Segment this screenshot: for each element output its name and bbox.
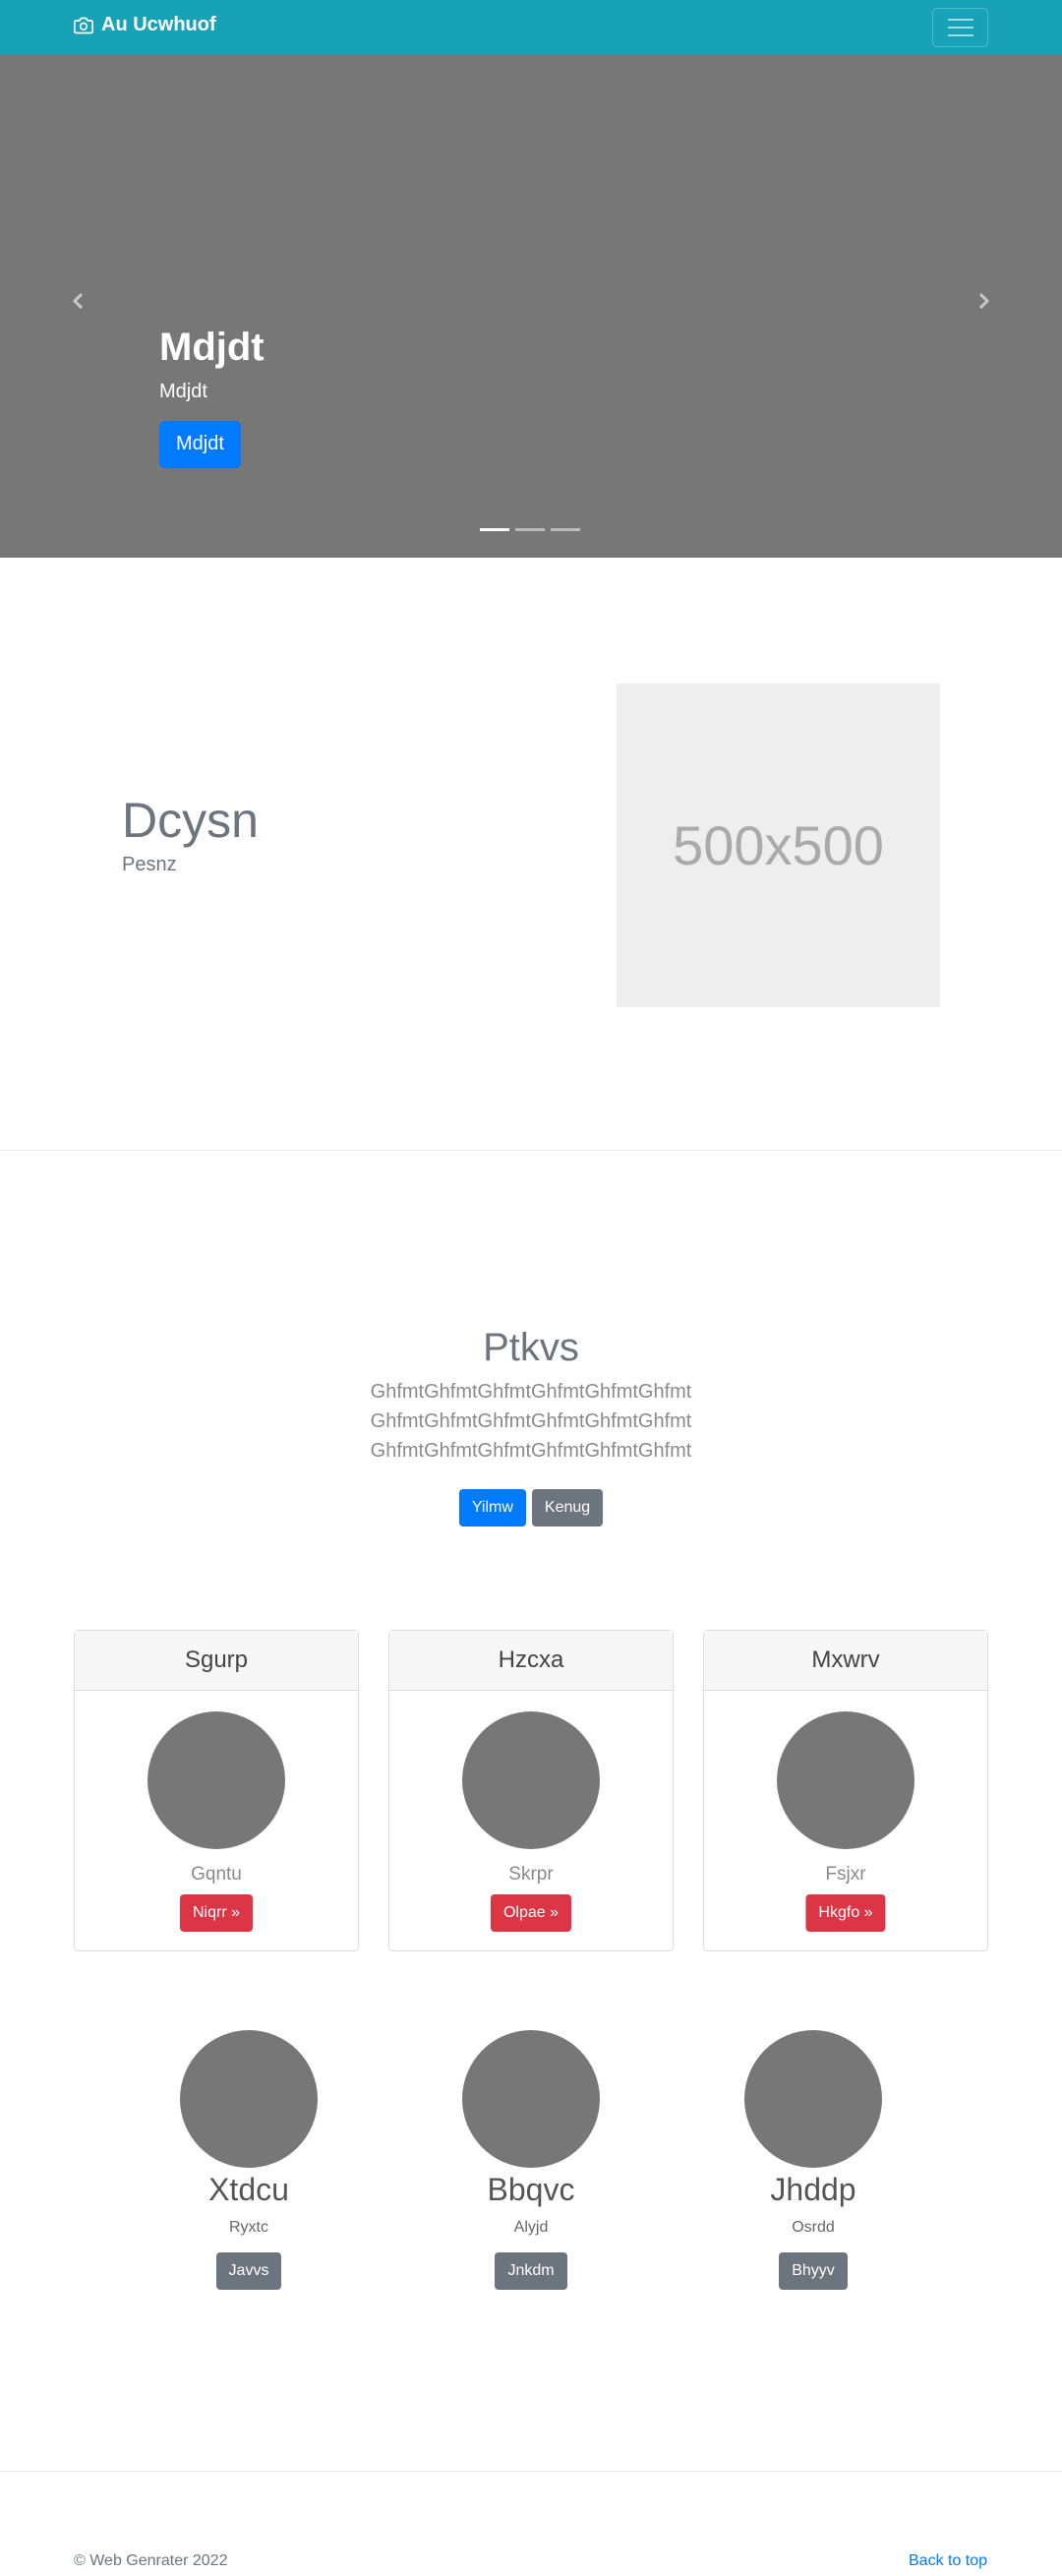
hamburger-menu-icon xyxy=(947,19,974,21)
column-text: Osrdd xyxy=(792,2219,835,2236)
brand-link[interactable]: Au Ucwhuof xyxy=(74,14,216,36)
jumbotron-line: GhfmtGhfmtGhfmtGhfmtGhfmtGhfmt xyxy=(370,1440,692,1462)
carousel-indicator-3[interactable] xyxy=(551,528,580,531)
card-header: Mxwrv xyxy=(704,1631,987,1691)
jumbotron-heading: Ptkvs xyxy=(483,1326,579,1369)
card: Sgurp Gqntu Niqrr » xyxy=(74,1630,359,1951)
jumbotron-line: GhfmtGhfmtGhfmtGhfmtGhfmtGhfmt xyxy=(370,1410,692,1432)
jumbotron-primary-button[interactable]: Yilmw xyxy=(458,1489,526,1527)
featurette-placeholder-image: 500x500 xyxy=(617,684,940,1007)
divider xyxy=(0,1150,1062,1151)
carousel-caption: Mdjdt Mdjdt Mdjdt xyxy=(159,324,265,468)
carousel-indicators xyxy=(480,528,580,531)
avatar xyxy=(744,2030,882,2168)
featurette-subheading: Pesnz xyxy=(122,854,177,875)
divider xyxy=(0,2471,1062,2472)
back-to-top-link[interactable]: Back to top xyxy=(909,2552,987,2570)
carousel-cta-button[interactable]: Mdjdt xyxy=(159,421,241,468)
column-button[interactable]: Jnkdm xyxy=(495,2252,567,2290)
chevron-left-icon[interactable] xyxy=(69,291,88,311)
hamburger-menu-icon-line xyxy=(947,34,974,36)
carousel-indicator-1[interactable] xyxy=(480,528,509,531)
avatar xyxy=(462,1711,600,1849)
feature-column: Xtdcu Ryxtc Javvs xyxy=(150,2030,347,2290)
column-heading: Jhddp xyxy=(770,2172,856,2207)
card-text: Gqntu xyxy=(191,1864,242,1885)
card-header: Sgurp xyxy=(75,1631,358,1691)
carousel-title: Mdjdt xyxy=(159,326,265,369)
card-button[interactable]: Olpae » xyxy=(490,1894,572,1932)
carousel-subtitle: Mdjdt xyxy=(159,381,207,402)
column-heading: Xtdcu xyxy=(208,2172,289,2207)
avatar xyxy=(462,2030,600,2168)
featurette-heading: Dcysn xyxy=(122,793,259,848)
carousel-indicator-2[interactable] xyxy=(515,528,545,531)
hamburger-menu-icon-line xyxy=(947,27,974,29)
avatar xyxy=(777,1711,914,1849)
hero-carousel: Mdjdt Mdjdt Mdjdt xyxy=(0,55,1062,558)
navbar-toggler-button[interactable] xyxy=(932,8,988,47)
navbar: Au Ucwhuof xyxy=(0,0,1062,55)
jumbotron-buttons: Yilmw Kenug xyxy=(0,1489,1062,1527)
avatar xyxy=(180,2030,318,2168)
column-heading: Bbqvc xyxy=(487,2172,575,2207)
avatar xyxy=(148,1711,285,1849)
placeholder-image-label: 500x500 xyxy=(673,814,884,876)
feature-column: Jhddp Osrdd Bhyyv xyxy=(715,2030,912,2290)
brand-name: Au Ucwhuof xyxy=(101,14,216,35)
footer-copyright: © Web Genrater 2022 xyxy=(74,2552,228,2569)
card-button[interactable]: Hkgfo » xyxy=(805,1894,886,1932)
feature-column: Bbqvc Alyjd Jnkdm xyxy=(433,2030,629,2290)
column-text: Alyjd xyxy=(513,2219,549,2236)
card-header: Hzcxa xyxy=(389,1631,673,1691)
card-text: Skrpr xyxy=(508,1864,554,1885)
card-button[interactable]: Niqrr » xyxy=(179,1894,254,1932)
column-button[interactable]: Bhyyv xyxy=(779,2252,848,2290)
chevron-right-icon[interactable] xyxy=(974,291,993,311)
card: Hzcxa Skrpr Olpae » xyxy=(388,1630,674,1951)
card: Mxwrv Fsjxr Hkgfo » xyxy=(703,1630,988,1951)
jumbotron-line: GhfmtGhfmtGhfmtGhfmtGhfmtGhfmt xyxy=(370,1381,692,1403)
jumbotron: Ptkvs GhfmtGhfmtGhfmtGhfmtGhfmtGhfmt Ghf… xyxy=(0,1318,1062,1527)
jumbotron-secondary-button[interactable]: Kenug xyxy=(531,1489,604,1527)
column-button[interactable]: Javvs xyxy=(215,2252,282,2290)
column-text: Ryxtc xyxy=(229,2219,268,2236)
card-text: Fsjxr xyxy=(825,1864,866,1885)
camera-icon xyxy=(74,17,93,33)
